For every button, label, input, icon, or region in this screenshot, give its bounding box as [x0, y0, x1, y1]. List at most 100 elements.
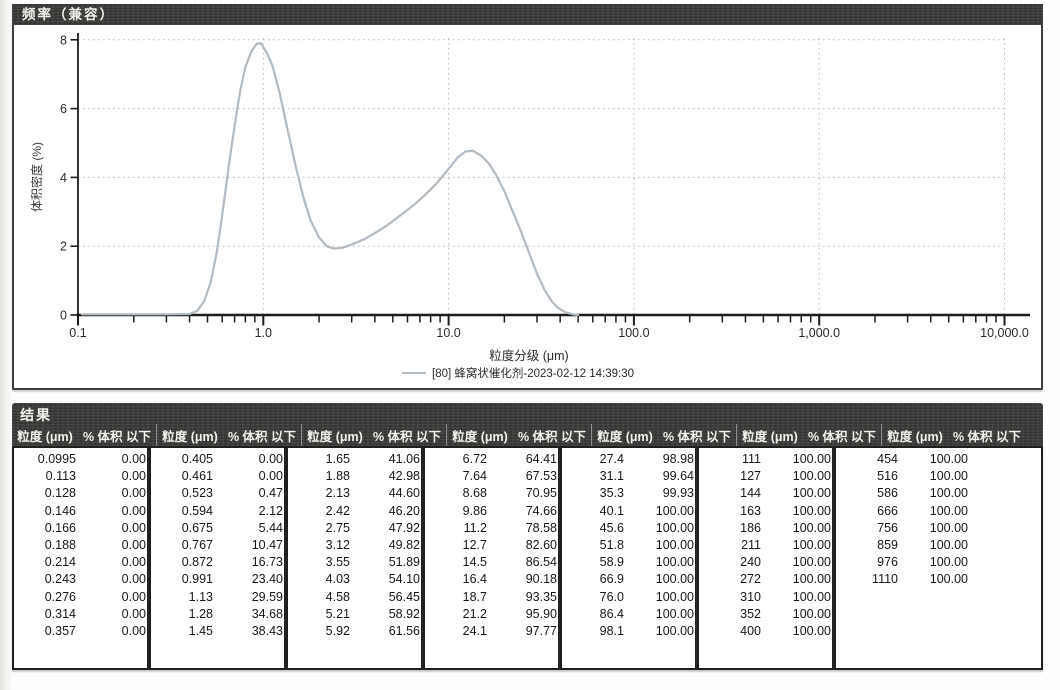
results-head-group: 粒度 (μm)% 体积 以下 — [12, 424, 156, 446]
results-head-group: 粒度 (μm)% 体积 以下 — [881, 424, 1043, 446]
column-header-percent-below: % 体积 以下 — [513, 426, 591, 445]
table-cell-percent-below: 93.35 — [487, 589, 557, 606]
results-column-headers: 粒度 (μm)% 体积 以下粒度 (μm)% 体积 以下粒度 (μm)% 体积 … — [12, 424, 1043, 446]
table-cell-size: 11.2 — [425, 520, 487, 537]
table-cell-size: 0.276 — [14, 589, 76, 606]
table-cell-percent-below: 46.20 — [350, 503, 420, 520]
table-cell-size: 51.8 — [562, 537, 624, 554]
table-cell-size: 1.13 — [151, 589, 213, 606]
y-axis-title: 体积密度 (%) — [29, 142, 44, 212]
table-cell-percent-below: 0.00 — [76, 571, 146, 588]
table-row: 0.1460.00 — [14, 503, 147, 520]
column-header-percent-below: % 体积 以下 — [223, 426, 301, 445]
table-cell-percent-below: 100.00 — [761, 451, 831, 468]
table-row: 2.7547.92 — [288, 520, 421, 537]
table-row: 310100.00 — [699, 589, 832, 606]
table-cell-percent-below: 47.92 — [350, 520, 420, 537]
table-row: 21.295.90 — [425, 606, 558, 623]
table-row: 0.5942.12 — [151, 503, 284, 520]
table-row: 4.0354.10 — [288, 571, 421, 588]
table-cell-size: 1.65 — [288, 451, 350, 468]
table-cell-size: 3.55 — [288, 554, 350, 571]
table-cell-percent-below: 100.00 — [761, 503, 831, 520]
table-cell-size: 0.405 — [151, 451, 213, 468]
table-row: 400100.00 — [699, 623, 832, 640]
table-cell-size: 0.188 — [14, 537, 76, 554]
table-cell-percent-below: 44.60 — [350, 485, 420, 502]
table-cell-size: 1.45 — [151, 623, 213, 640]
results-table-group: 1.6541.061.8842.982.1344.602.4246.202.75… — [286, 446, 423, 670]
table-cell-size: 111 — [699, 451, 761, 468]
table-cell-percent-below: 100.00 — [898, 468, 968, 485]
table-row: 163100.00 — [699, 503, 832, 520]
table-row: 0.3140.00 — [14, 606, 147, 623]
table-cell-percent-below: 98.98 — [624, 451, 694, 468]
table-row: 1.1329.59 — [151, 589, 284, 606]
table-cell-size: 27.4 — [562, 451, 624, 468]
table-cell-size: 3.12 — [288, 537, 350, 554]
table-cell-size: 127 — [699, 468, 761, 485]
table-cell-size: 0.243 — [14, 571, 76, 588]
table-cell-size: 40.1 — [562, 503, 624, 520]
results-head-group: 粒度 (μm)% 体积 以下 — [301, 424, 446, 446]
table-cell-percent-below: 0.00 — [76, 554, 146, 571]
column-header-percent-below: % 体积 以下 — [78, 426, 156, 445]
table-row: 45.6100.00 — [562, 520, 695, 537]
table-cell-size: 0.214 — [14, 554, 76, 571]
table-cell-percent-below: 90.18 — [487, 571, 557, 588]
table-row: 127100.00 — [699, 468, 832, 485]
table-row: 0.2430.00 — [14, 571, 147, 588]
table-cell-size: 516 — [836, 468, 898, 485]
table-row: 11.278.58 — [425, 520, 558, 537]
table-cell-percent-below: 0.00 — [76, 503, 146, 520]
table-cell-size: 240 — [699, 554, 761, 571]
table-cell-percent-below: 78.58 — [487, 520, 557, 537]
table-cell-size: 21.2 — [425, 606, 487, 623]
table-row: 40.1100.00 — [562, 503, 695, 520]
table-cell-percent-below: 0.00 — [76, 468, 146, 485]
table-cell-percent-below: 100.00 — [761, 606, 831, 623]
chart-panel-title: 频率（兼容） — [22, 7, 115, 22]
column-header-size: 粒度 (μm) — [737, 426, 803, 445]
table-cell-percent-below: 5.44 — [213, 520, 283, 537]
table-row: 8.6870.95 — [425, 485, 558, 502]
table-row: 976100.00 — [836, 554, 1041, 571]
table-cell-size: 7.64 — [425, 468, 487, 485]
table-cell-percent-below: 0.00 — [76, 623, 146, 640]
table-cell-percent-below: 38.43 — [213, 623, 283, 640]
column-header-size: 粒度 (μm) — [447, 426, 513, 445]
table-row: 86.4100.00 — [562, 606, 695, 623]
table-cell-size: 0.128 — [14, 485, 76, 502]
column-header-size: 粒度 (μm) — [882, 426, 948, 445]
frequency-chart: 0.11.010.0100.01,000.010,000.002468体积密度 … — [14, 4, 1041, 386]
table-cell-percent-below: 100.00 — [624, 589, 694, 606]
table-cell-percent-below: 100.00 — [624, 606, 694, 623]
table-cell-percent-below: 23.40 — [213, 571, 283, 588]
table-cell-percent-below: 100.00 — [898, 537, 968, 554]
table-cell-size: 9.86 — [425, 503, 487, 520]
results-table-group: 111100.00127100.00144100.00163100.001861… — [697, 446, 834, 670]
table-row: 0.2760.00 — [14, 589, 147, 606]
table-cell-percent-below: 61.56 — [350, 623, 420, 640]
table-row: 1.8842.98 — [288, 468, 421, 485]
table-cell-size: 6.72 — [425, 451, 487, 468]
table-cell-size: 0.113 — [14, 468, 76, 485]
legend-label: [80] 蜂窝状催化剂-2023-02-12 14:39:30 — [432, 366, 634, 380]
results-table-group: 0.09950.000.1130.000.1280.000.1460.000.1… — [12, 446, 149, 670]
table-cell-percent-below: 100.00 — [761, 537, 831, 554]
table-cell-size: 2.13 — [288, 485, 350, 502]
table-row: 5.2158.92 — [288, 606, 421, 623]
table-cell-percent-below: 100.00 — [761, 589, 831, 606]
table-row: 9.8674.66 — [425, 503, 558, 520]
table-cell-size: 0.0995 — [14, 451, 76, 468]
table-cell-size: 211 — [699, 537, 761, 554]
table-cell-size: 1.88 — [288, 468, 350, 485]
table-row: 454100.00 — [836, 451, 1041, 468]
results-head-group: 粒度 (μm)% 体积 以下 — [446, 424, 591, 446]
table-row: 1.2834.68 — [151, 606, 284, 623]
table-cell-size: 272 — [699, 571, 761, 588]
table-row: 272100.00 — [699, 571, 832, 588]
table-row: 0.09950.00 — [14, 451, 147, 468]
table-cell-size: 2.42 — [288, 503, 350, 520]
table-row: 0.5230.47 — [151, 485, 284, 502]
